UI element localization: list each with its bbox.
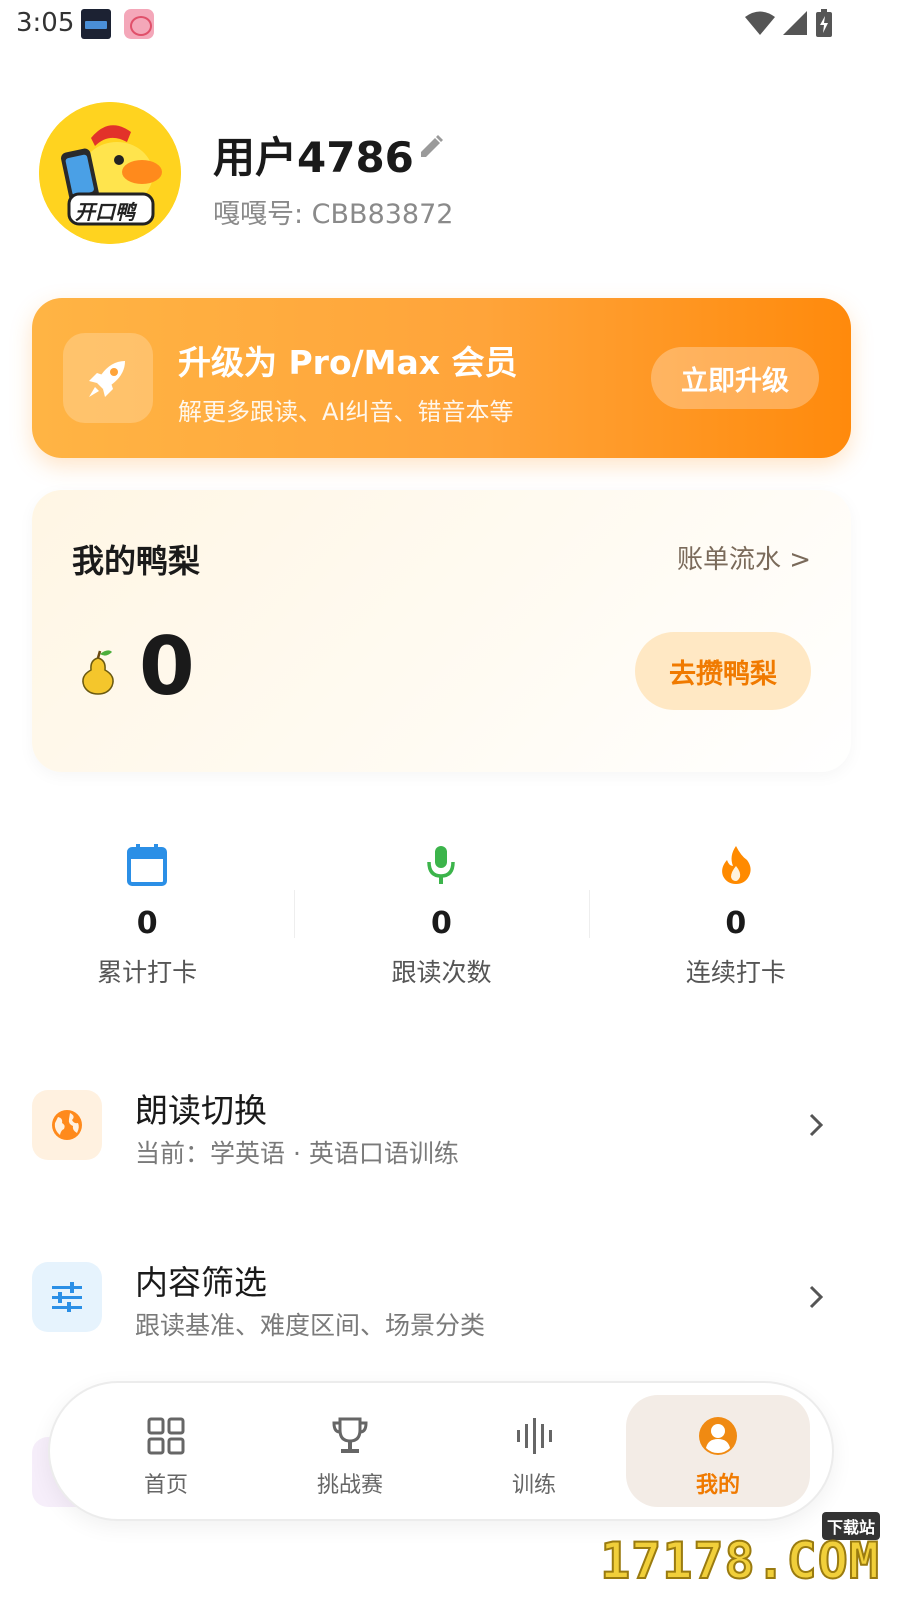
globe-icon	[52, 1110, 82, 1140]
grid-icon	[147, 1417, 185, 1455]
microphone-icon	[427, 846, 456, 884]
status-bar: 3:05	[0, 0, 900, 50]
nav-home[interactable]: 首页	[74, 1395, 258, 1507]
stat-streak: 0 连续打卡	[588, 840, 883, 990]
stat-label: 跟读次数	[391, 958, 492, 987]
battery-icon	[816, 9, 832, 37]
chevron-right-icon	[809, 1285, 824, 1309]
status-time: 3:05	[16, 8, 75, 38]
stat-label: 连续打卡	[685, 958, 786, 987]
stat-label: 累计打卡	[97, 958, 198, 987]
watermark: 17178.COM	[599, 1531, 880, 1591]
stat-read-count: 0 跟读次数	[294, 840, 588, 990]
stat-total-checkin: 0 累计打卡	[0, 840, 294, 990]
sliders-icon-box	[32, 1262, 102, 1332]
stat-value: 0	[725, 906, 747, 941]
pear-count: 0	[139, 620, 195, 713]
status-indicators	[744, 8, 834, 38]
signal-icon	[783, 11, 807, 35]
pear-title: 我的鸭梨	[72, 542, 201, 580]
sliders-icon	[52, 1282, 82, 1312]
user-icon	[699, 1417, 737, 1455]
globe-icon-box	[32, 1090, 102, 1160]
bottom-nav: 首页 挑战赛 训练 我的	[48, 1381, 834, 1521]
stats-row: 0 累计打卡 0 跟读次数 0 连续打卡	[0, 840, 883, 990]
earn-pear-button[interactable]: 去攒鸭梨	[635, 632, 811, 710]
nav-label: 我的	[695, 1473, 740, 1498]
flame-icon	[721, 846, 751, 884]
rocket-icon-box	[63, 333, 153, 423]
rice-app-icon	[124, 9, 154, 39]
setting-content-filter[interactable]: 内容筛选 跟读基准、难度区间、场景分类	[32, 1262, 851, 1352]
upgrade-title: 升级为 Pro/Max 会员	[178, 343, 518, 382]
nav-label: 训练	[511, 1473, 556, 1498]
rocket-icon	[89, 361, 125, 397]
nav-label: 首页	[143, 1473, 188, 1498]
clock-app-icon	[81, 9, 111, 39]
pear-card: 我的鸭梨 账单流水 > 0 去攒鸭梨	[32, 490, 851, 772]
upgrade-button[interactable]: 立即升级	[651, 347, 819, 409]
bill-link[interactable]: 账单流水 >	[677, 539, 811, 576]
row-subtitle: 当前：学英语 · 英语口语训练	[135, 1139, 459, 1168]
row-subtitle: 跟读基准、难度区间、场景分类	[135, 1311, 486, 1340]
waveform-icon	[517, 1418, 552, 1454]
stat-value: 0	[431, 906, 452, 941]
nav-training[interactable]: 训练	[442, 1395, 626, 1507]
chevron-right-icon	[809, 1113, 824, 1137]
upgrade-subtitle: 解更多跟读、AI纠音、错音本等	[178, 398, 514, 426]
user-id: 嘎嘎号: CBB83872	[213, 199, 454, 230]
row-title: 朗读切换	[135, 1091, 267, 1130]
setting-reading-switch[interactable]: 朗读切换 当前：学英语 · 英语口语训练	[32, 1090, 851, 1180]
stat-divider	[588, 890, 590, 938]
nav-mine[interactable]: 我的	[626, 1395, 810, 1507]
stat-value: 0	[136, 906, 158, 941]
stat-divider	[294, 890, 296, 938]
avatar[interactable]: 开口鸭	[39, 102, 181, 244]
nav-challenge[interactable]: 挑战赛	[258, 1395, 442, 1507]
upgrade-banner[interactable]: 升级为 Pro/Max 会员 解更多跟读、AI纠音、错音本等 立即升级	[32, 298, 851, 458]
avatar-logo-text: 开口鸭	[75, 200, 135, 224]
nav-label: 挑战赛	[316, 1473, 383, 1498]
username: 用户4786	[213, 133, 414, 182]
trophy-icon	[332, 1417, 368, 1453]
edit-icon[interactable]	[416, 133, 446, 163]
pear-icon	[82, 650, 114, 695]
calendar-icon	[127, 844, 168, 886]
wifi-icon	[745, 11, 775, 35]
row-title: 内容筛选	[135, 1263, 267, 1302]
